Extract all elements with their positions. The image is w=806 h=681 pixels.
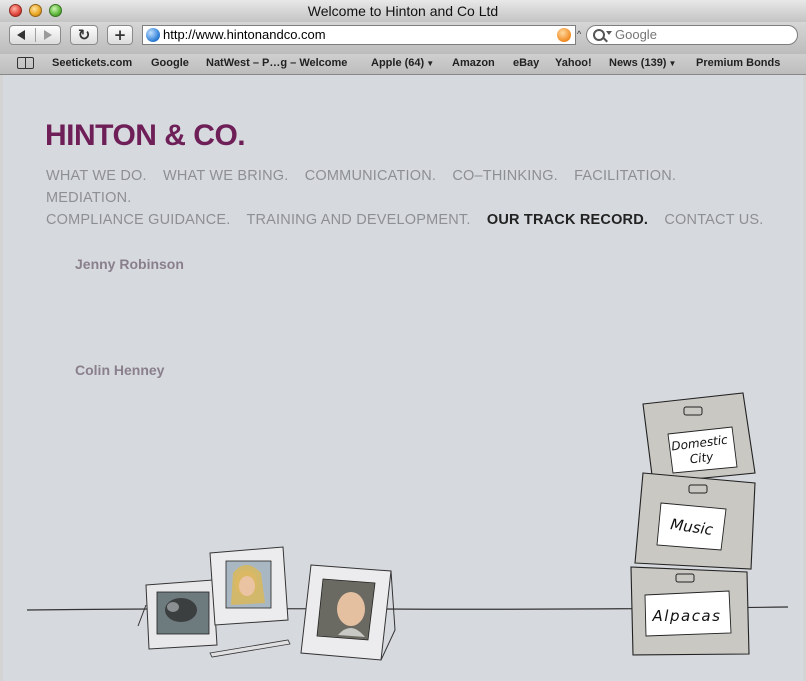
photo-frame-dog[interactable] — [137, 579, 218, 650]
page-content: HINTON & CO. WHAT WE DO. WHAT WE BRING. … — [3, 75, 803, 681]
bookmark-google[interactable]: Google — [151, 57, 189, 69]
reload-icon: ↻ — [77, 26, 91, 44]
box-music[interactable]: Music — [634, 472, 756, 570]
bookmark-natwest[interactable]: NatWest – P…g – Welcome — [206, 57, 347, 69]
back-forward-buttons — [9, 25, 61, 45]
pencil-drawing — [209, 639, 291, 658]
bookmark-label: News (139) — [609, 57, 667, 69]
reload-button[interactable]: ↻ — [70, 25, 98, 45]
bookmarks-book-icon[interactable] — [17, 57, 35, 69]
bookmark-premium-bonds[interactable]: Premium Bonds — [696, 57, 780, 69]
add-bookmark-button[interactable]: + — [107, 25, 133, 45]
box-domestic-city[interactable]: Domestic City — [642, 392, 756, 484]
back-arrow-icon[interactable] — [17, 30, 25, 40]
browser-toolbar: ↻ + http://www.hintonandco.com ^ — [0, 22, 806, 54]
search-field[interactable] — [586, 25, 798, 45]
box-label-line1: Alpacas — [652, 607, 722, 625]
box-alpacas[interactable]: Alpacas — [630, 566, 750, 656]
plus-icon: + — [113, 26, 127, 44]
search-engine-dropdown-icon[interactable] — [606, 31, 612, 35]
bookmark-folder-apple[interactable]: Apple (64) ▼ — [371, 57, 434, 69]
bookmark-ebay[interactable]: eBay — [513, 57, 539, 69]
dropdown-triangle-icon: ▼ — [668, 59, 677, 68]
button-divider — [35, 28, 36, 42]
bookmark-folder-news[interactable]: News (139) ▼ — [609, 57, 676, 69]
search-icon[interactable] — [593, 29, 605, 41]
globe-icon — [146, 28, 160, 42]
bookmark-seetickets[interactable]: Seetickets.com — [52, 57, 132, 69]
box-label-line2: City — [689, 450, 715, 467]
bookmark-amazon[interactable]: Amazon — [452, 57, 495, 69]
photo-frame-man[interactable] — [300, 564, 396, 661]
photo-frame-woman[interactable] — [209, 546, 289, 626]
address-bar[interactable]: http://www.hintonandco.com — [142, 25, 576, 45]
browser-window: Welcome to Hinton and Co Ltd ↻ + http://… — [0, 0, 806, 681]
bookmarks-bar: Seetickets.com Google NatWest – P…g – We… — [0, 54, 806, 75]
rss-icon[interactable] — [557, 28, 571, 42]
forward-arrow-icon[interactable] — [44, 30, 52, 40]
dropdown-triangle-icon: ▼ — [426, 59, 435, 68]
bookmark-yahoo[interactable]: Yahoo! — [555, 57, 592, 69]
bookmark-label: Apple (64) — [371, 57, 425, 69]
track-record-illustration: Domestic City Music Alpacas — [26, 392, 789, 661]
address-history-dropdown-icon[interactable]: ^ — [577, 29, 581, 39]
url-text[interactable]: http://www.hintonandco.com — [163, 27, 326, 42]
search-input[interactable] — [615, 27, 785, 42]
window-title: Welcome to Hinton and Co Ltd — [307, 3, 499, 19]
title-bar: Welcome to Hinton and Co Ltd — [0, 0, 806, 23]
